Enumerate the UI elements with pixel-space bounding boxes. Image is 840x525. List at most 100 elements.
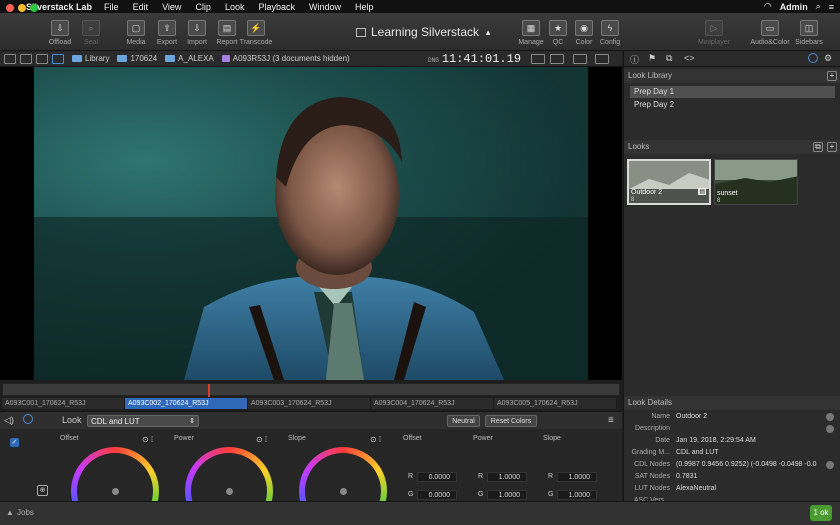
add-look-button[interactable]: + [827,142,837,152]
split-view-button[interactable] [550,54,564,64]
edit-icon[interactable] [826,413,834,421]
copy-icon[interactable]: ⧉ [666,53,672,64]
look-library-header: Look Library + [624,69,840,83]
list-view-icon[interactable] [36,53,48,64]
power-wheel-handle[interactable] [226,488,233,495]
waveform-button[interactable] [573,54,587,64]
document-icon [356,27,366,37]
timeline-scrubber[interactable] [2,383,620,397]
minimize-window-button[interactable] [18,4,26,12]
neutral-button[interactable]: Neutral [447,415,480,427]
menu-clip[interactable]: Clip [195,2,211,12]
search-icon[interactable]: ⌕ [816,1,821,12]
menu-file[interactable]: File [104,2,119,12]
menu-icon[interactable]: ≡ [608,415,614,426]
project-title[interactable]: Learning Silverstack ▲ [356,25,492,39]
offset-wheel-handle[interactable] [112,488,119,495]
transcode-button[interactable]: ⚡ Transcode [236,20,276,46]
reset-colors-button[interactable]: Reset Colors [485,415,537,427]
menu-playback[interactable]: Playback [258,2,295,12]
path-bar: Library 170624 A_ALEXA A093R53J (3 docum… [0,51,622,67]
chevron-updown-icon: ⇕ [189,418,195,425]
detail-row-date: Date Jan 19, 2018, 2:29:54 AM [655,437,756,444]
offset-wheel-label: Offset [60,435,79,442]
detail-row-lut-nodes: LUT Nodes AlexaNeutral [634,485,717,492]
sidebars-button[interactable]: ◫ Sidebars [789,20,829,46]
look-number: 8 [631,197,635,203]
flag-icon[interactable]: ⚑ [648,53,656,64]
power-r-field[interactable]: 1.0000 [487,472,527,482]
config-button[interactable]: ϟ Config [590,20,630,46]
jobs-status-badge[interactable]: 1 ok [810,505,832,521]
settings-icon[interactable]: ⚙ [824,53,832,64]
grading-mode-select[interactable]: CDL and LUT ⇕ [87,415,199,427]
color-wheel-icon[interactable] [23,414,33,424]
viewer-view-icon[interactable] [52,53,64,64]
sidebar-toggle-icon[interactable] [4,53,16,64]
slope-g-field[interactable]: 1.0000 [557,490,597,500]
wifi-icon[interactable]: ◠ [764,1,772,12]
breadcrumb-reel[interactable]: A093R53J (3 documents hidden) [221,54,350,63]
jobs-label[interactable]: Jobs [17,508,34,517]
info-icon[interactable] [826,461,834,469]
code-icon[interactable]: <> [684,53,695,63]
single-view-button[interactable] [531,54,545,64]
wheel-reset-icon[interactable]: ⊙ ⁞ [256,435,267,444]
clip-item[interactable]: A093C003_170624_R53J [248,398,371,409]
slope-wheel-handle[interactable] [340,488,347,495]
import-icon: ⇩ [188,20,206,36]
menu-view[interactable]: View [162,2,181,12]
breadcrumb-library[interactable]: Library [72,54,109,63]
channel-label: R [478,473,484,480]
duplicate-look-button[interactable]: ⧉ [813,142,823,152]
close-window-button[interactable] [6,4,14,12]
menu-edit[interactable]: Edit [133,2,149,12]
chevron-up-icon[interactable]: ▲ [6,508,14,517]
detail-row-sat-nodes: SAT Nodes 0.7831 [634,473,698,480]
grid-view-icon[interactable] [20,53,32,64]
video-viewer[interactable] [0,67,622,380]
wheel-reset-icon[interactable]: ⊙ ⁞ [142,435,153,444]
breadcrumb-camera[interactable]: A_ALEXA [165,54,214,63]
power-g-field[interactable]: 1.0000 [487,490,527,500]
library-item[interactable]: Prep Day 1 [630,86,835,98]
offset-r-field[interactable]: 0.0000 [417,472,457,482]
power-wheel-label: Power [174,435,194,442]
add-library-button[interactable]: + [827,71,837,81]
offset-g-field[interactable]: 0.0000 [417,490,457,500]
timecode-display: DNG 11:41:01.19 [428,52,522,66]
user-name[interactable]: Admin [780,2,808,12]
menu-help[interactable]: Help [355,2,374,12]
playhead[interactable] [208,384,210,397]
menu-list-icon[interactable]: ≡ [829,2,834,12]
status-bar: ▲ Jobs 1 ok [0,501,840,525]
seal-icon: ⌕ [82,20,100,36]
clip-item[interactable]: A093C005_170624_R53J [494,398,617,409]
breadcrumb-date[interactable]: 170624 [117,54,157,63]
video-out-button[interactable] [595,54,609,64]
menu-look[interactable]: Look [225,2,245,12]
info-icon[interactable]: ⓘ [630,53,639,66]
color-tab-icon[interactable] [808,53,818,63]
edit-icon[interactable] [826,425,834,433]
slope-column-title: Slope [543,435,561,442]
zoom-icon[interactable]: ⊕ [37,485,48,496]
wheel-reset-icon[interactable]: ⊙ ⁞ [370,435,381,444]
grading-panel: ✓ ⊕ Offset ⊙ ⁞ Power ⊙ ⁞ Slope ⊙ ⁞ Offse… [0,429,622,501]
clip-item-active[interactable]: A093C002_170624_R53J [125,398,248,409]
menu-window[interactable]: Window [309,2,341,12]
clip-item[interactable]: A093C004_170624_R53J [371,398,494,409]
grading-enabled-checkbox[interactable]: ✓ [10,438,19,447]
speaker-icon[interactable]: ◁) [4,415,14,426]
clip-item[interactable]: A093C001_170624_R53J [2,398,125,409]
right-sidebar: ⓘ ⚑ ⧉ <> ⚙ Look Library + Prep Day 1 Pre… [623,51,840,504]
look-thumbnail[interactable]: sunset 8 [714,159,798,205]
library-item[interactable]: Prep Day 2 [630,99,835,111]
miniplayer-button[interactable]: ▷ Miniplayer [694,20,734,46]
slope-r-field[interactable]: 1.0000 [557,472,597,482]
look-thumbnail[interactable]: Outdoor 2 8 ▤ [627,159,711,205]
seal-button[interactable]: ⌕ Seal [71,20,111,46]
zoom-window-button[interactable] [30,4,38,12]
audio-color-button[interactable]: ▭ Audio&Color [750,20,790,46]
look-details-header: Look Details [624,396,840,410]
